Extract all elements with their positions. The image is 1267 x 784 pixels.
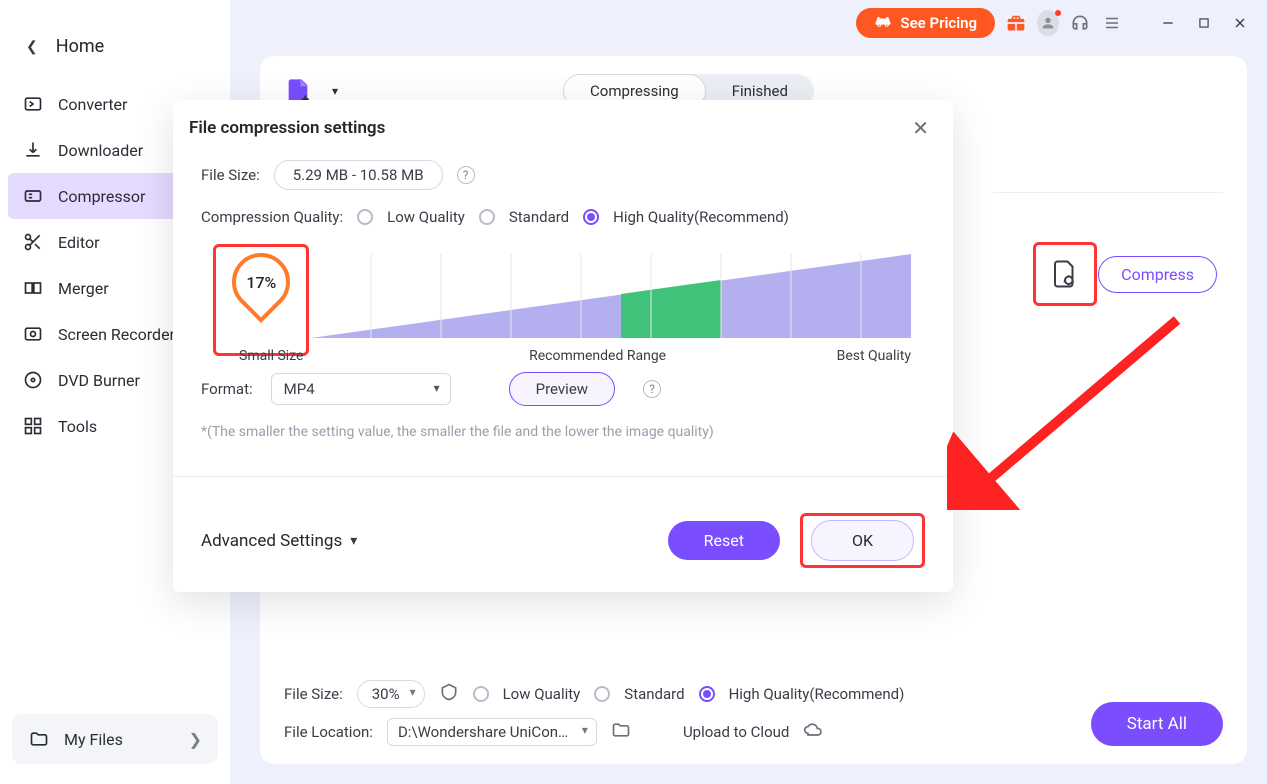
slider-percent: 17% xyxy=(246,273,276,292)
modal-quality-low-radio[interactable] xyxy=(357,209,373,225)
ok-button[interactable]: OK xyxy=(811,520,914,561)
quality-standard-radio[interactable] xyxy=(594,686,610,702)
home-nav[interactable]: ❮ Home xyxy=(0,24,230,81)
my-files-button[interactable]: My Files ❯ xyxy=(12,714,218,764)
quality-high-label: High Quality(Recommend) xyxy=(729,685,905,703)
help-icon[interactable]: ? xyxy=(643,380,661,398)
format-select[interactable]: MP4 xyxy=(271,373,451,405)
chevron-down-icon[interactable]: ▾ xyxy=(332,84,338,98)
compression-settings-button[interactable] xyxy=(1033,242,1097,306)
ok-button-highlight: OK xyxy=(800,513,925,568)
file-location-value: D:\Wondershare UniConverter 1 xyxy=(398,723,597,741)
help-icon[interactable]: ? xyxy=(457,166,475,184)
sidebar-item-label: Compressor xyxy=(58,187,145,206)
output-settings-row-2: File Location: D:\Wondershare UniConvert… xyxy=(284,718,1223,746)
slider-track xyxy=(311,254,911,338)
quality-high-radio[interactable] xyxy=(699,686,715,702)
modal-quality-high-radio[interactable] xyxy=(583,209,599,225)
compress-button-label: Compress xyxy=(1121,265,1194,284)
format-label: Format: xyxy=(201,380,253,398)
minimize-button[interactable] xyxy=(1155,10,1181,36)
advanced-settings-label: Advanced Settings xyxy=(201,531,342,551)
file-size-range-value: 5.29 MB - 10.58 MB xyxy=(293,166,424,184)
chevron-left-icon: ❮ xyxy=(26,39,38,55)
gift-icon[interactable] xyxy=(1005,12,1027,34)
file-size-range[interactable]: 5.29 MB - 10.58 MB xyxy=(274,160,443,190)
scissors-icon xyxy=(22,231,44,253)
slider-pin-highlight: 17% xyxy=(213,244,309,356)
my-files-label: My Files xyxy=(64,730,123,749)
close-window-button[interactable] xyxy=(1227,10,1253,36)
titlebar: See Pricing xyxy=(230,0,1267,46)
compression-slider[interactable]: 17% Small Size Recommended Range Best Qu… xyxy=(201,244,925,364)
hint-text: *(The smaller the setting value, the sma… xyxy=(201,424,925,440)
modal-title: File compression settings xyxy=(189,118,385,138)
open-folder-icon[interactable] xyxy=(611,720,631,744)
see-pricing-button[interactable]: See Pricing xyxy=(856,8,995,38)
menu-icon[interactable] xyxy=(1101,12,1123,34)
file-location-select[interactable]: D:\Wondershare UniConverter 1 xyxy=(387,718,597,746)
sidebar-item-label: Merger xyxy=(58,279,109,298)
advanced-settings-toggle[interactable]: Advanced Settings ▾ xyxy=(201,531,357,551)
converter-icon xyxy=(22,93,44,115)
slider-labels: Small Size Recommended Range Best Qualit… xyxy=(229,348,911,364)
support-icon[interactable] xyxy=(1069,12,1091,34)
output-settings-row-1: File Size: 30% Low Quality Standard High… xyxy=(284,680,1037,708)
preview-label: Preview xyxy=(536,380,588,398)
sidebar-item-label: Tools xyxy=(58,417,97,436)
reset-label: Reset xyxy=(704,531,744,550)
preview-button[interactable]: Preview xyxy=(509,372,615,406)
account-icon[interactable] xyxy=(1037,12,1059,34)
file-size-select[interactable]: 30% xyxy=(357,680,425,708)
close-icon[interactable]: ✕ xyxy=(912,116,929,140)
file-location-label: File Location: xyxy=(284,723,373,741)
quality-low-label: Low Quality xyxy=(503,685,581,703)
dvd-icon xyxy=(22,369,44,391)
slider-left-label: Small Size xyxy=(239,348,303,364)
merger-icon xyxy=(22,277,44,299)
format-value: MP4 xyxy=(284,380,315,398)
modal-quality-standard-label: Standard xyxy=(509,208,569,226)
sidebar-item-label: Converter xyxy=(58,95,127,114)
tab-label: Finished xyxy=(732,82,788,100)
quality-standard-label: Standard xyxy=(624,685,684,703)
sidebar-item-label: Screen Recorder xyxy=(58,325,175,344)
slider-mid-label: Recommended Range xyxy=(529,348,666,364)
chevron-down-icon: ▾ xyxy=(350,533,357,549)
see-pricing-label: See Pricing xyxy=(900,14,977,32)
sidebar-item-label: DVD Burner xyxy=(58,371,140,390)
cloud-icon[interactable] xyxy=(803,720,823,744)
compress-button[interactable]: Compress xyxy=(1098,256,1217,293)
start-all-label: Start All xyxy=(1127,714,1187,734)
tab-label: Compressing xyxy=(590,82,679,100)
sidebar-item-label: Editor xyxy=(58,233,99,252)
sidebar-item-label: Downloader xyxy=(58,141,143,160)
start-all-button[interactable]: Start All xyxy=(1091,702,1223,746)
ok-label: OK xyxy=(852,531,873,550)
recorder-icon xyxy=(22,323,44,345)
lock-size-icon[interactable] xyxy=(439,682,459,706)
modal-quality-standard-radio[interactable] xyxy=(479,209,495,225)
upload-to-cloud-label: Upload to Cloud xyxy=(683,723,789,741)
compressor-icon xyxy=(22,185,44,207)
home-label: Home xyxy=(56,36,104,57)
reset-button[interactable]: Reset xyxy=(668,521,780,560)
chevron-right-icon: ❯ xyxy=(189,730,202,749)
modal-quality-low-label: Low Quality xyxy=(387,208,465,226)
compression-quality-label: Compression Quality: xyxy=(201,208,343,226)
download-icon xyxy=(22,139,44,161)
file-size-value: 30% xyxy=(372,685,400,703)
compression-settings-modal: File compression settings ✕ File Size: 5… xyxy=(173,100,953,592)
folder-icon xyxy=(28,728,50,750)
maximize-button[interactable] xyxy=(1191,10,1217,36)
divider xyxy=(173,476,953,477)
slider-right-label: Best Quality xyxy=(837,348,911,364)
quality-low-radio[interactable] xyxy=(473,686,489,702)
modal-quality-high-label: High Quality(Recommend) xyxy=(613,208,789,226)
tools-icon xyxy=(22,415,44,437)
slider-pin-icon: 17% xyxy=(220,241,302,323)
file-size-label: File Size: xyxy=(201,166,260,184)
notification-dot xyxy=(1055,10,1061,16)
file-size-label: File Size: xyxy=(284,685,343,703)
